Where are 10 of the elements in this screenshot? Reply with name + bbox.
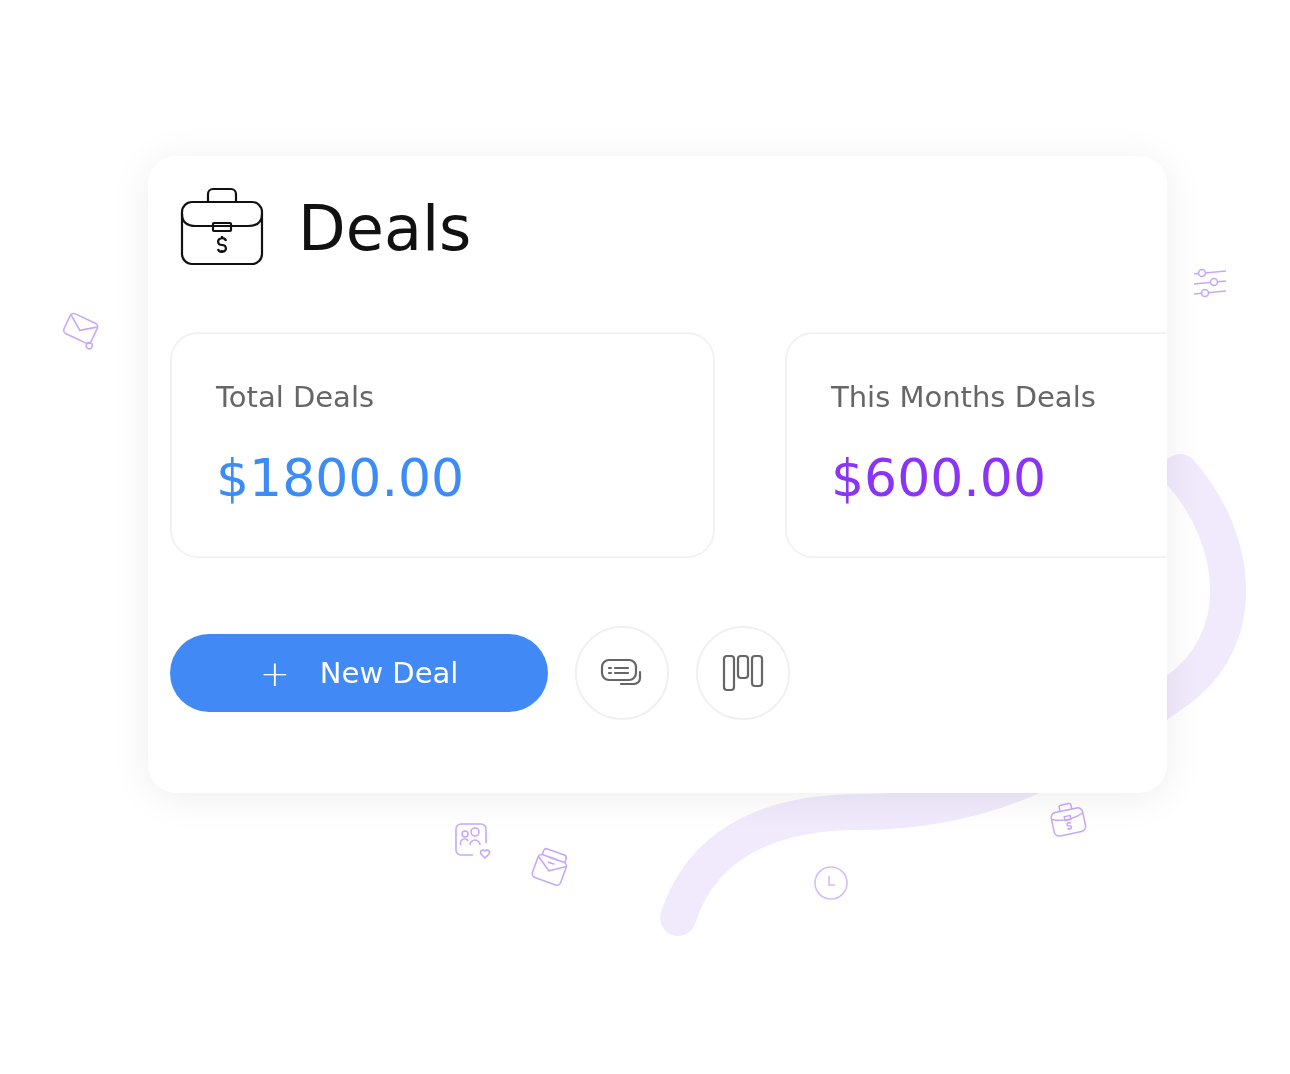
sliders-icon <box>1192 266 1228 300</box>
new-deal-button[interactable]: + New Deal <box>170 634 548 712</box>
stat-label: This Months Deals <box>831 380 1097 414</box>
clock-icon <box>813 865 849 901</box>
stat-value: $1800.00 <box>216 448 466 508</box>
stat-value: $600.00 <box>831 448 1048 508</box>
columns-icon <box>722 654 764 692</box>
card-title: Deals <box>298 191 472 265</box>
stat-label: Total Deals <box>216 380 376 414</box>
people-icon <box>453 821 493 861</box>
